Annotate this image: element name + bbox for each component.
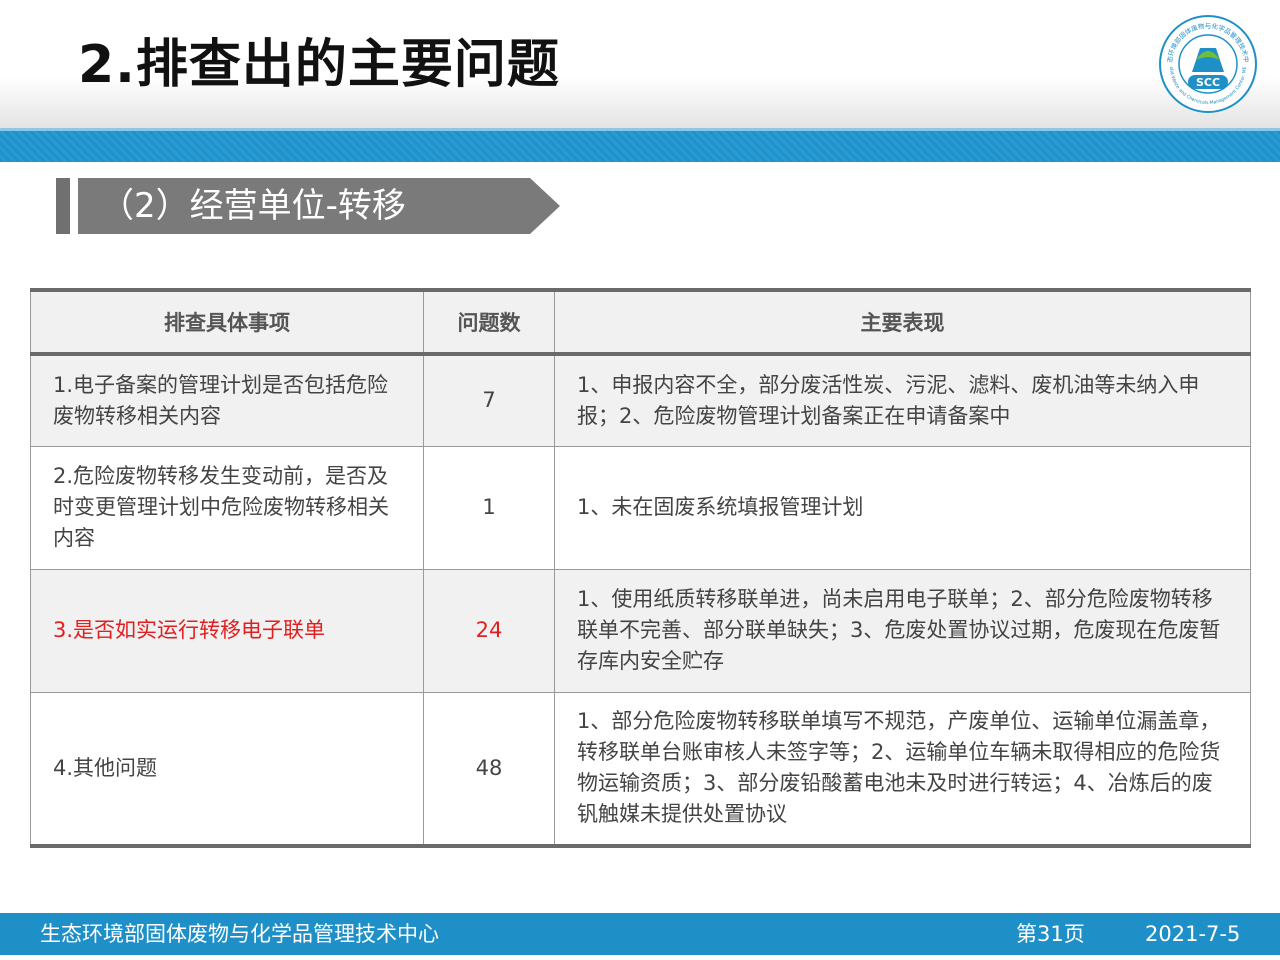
row-detail: 1、申报内容不全，部分废活性炭、污泥、滤料、废机油等未纳入申报；2、危险废物管理… (554, 353, 1251, 447)
table-row: 2.危险废物转移发生变动前，是否及时变更管理计划中危险废物转移相关内容 1 1、… (30, 445, 1251, 570)
table-row: 3.是否如实运行转移电子联单 24 1、使用纸质转移联单进，尚未启用电子联单；2… (30, 568, 1251, 693)
footer-bar: 生态环境部固体废物与化学品管理技术中心 第31页 2021-7-5 (0, 913, 1280, 955)
column-header-count: 问题数 (423, 288, 555, 356)
inspection-table: 排查具体事项 问题数 主要表现 1.电子备案的管理计划是否包括危险废物转移相关内… (30, 288, 1251, 848)
section-marker (56, 178, 70, 234)
logo-abbr: SCC (1196, 76, 1220, 89)
section-tag: （2）经营单位-转移 (78, 178, 560, 234)
table-header-row: 排查具体事项 问题数 主要表现 (30, 288, 1251, 356)
row-item: 3.是否如实运行转移电子联单 (30, 568, 424, 693)
section-label: （2）经营单位-转移 (100, 186, 406, 226)
row-count: 7 (423, 353, 555, 447)
row-count: 48 (423, 691, 555, 848)
row-detail: 1、使用纸质转移联单进，尚未启用电子联单；2、部分危险废物转移联单不完善、部分联… (554, 568, 1251, 693)
header-divider-band (0, 128, 1280, 162)
footer-date: 2021-7-5 (1145, 922, 1241, 946)
scc-logo: 生态环境部固体废物与化学品管理技术中心 Solid Waste and Chem… (1158, 14, 1257, 113)
page-number: 第31页 (1016, 922, 1085, 946)
page-title: 2.排查出的主要问题 (78, 35, 560, 95)
row-item: 2.危险废物转移发生变动前，是否及时变更管理计划中危险废物转移相关内容 (30, 445, 424, 570)
row-item: 1.电子备案的管理计划是否包括危险废物转移相关内容 (30, 353, 424, 447)
table-row: 1.电子备案的管理计划是否包括危险废物转移相关内容 7 1、申报内容不全，部分废… (30, 353, 1251, 447)
column-header-item: 排查具体事项 (30, 288, 424, 356)
column-header-detail: 主要表现 (554, 288, 1251, 356)
row-detail: 1、部分危险废物转移联单填写不规范，产废单位、运输单位漏盖章，转移联单台账审核人… (554, 691, 1251, 848)
row-count: 1 (423, 445, 555, 570)
row-count: 24 (423, 568, 555, 693)
table-row: 4.其他问题 48 1、部分危险废物转移联单填写不规范，产废单位、运输单位漏盖章… (30, 691, 1251, 848)
row-detail: 1、未在固废系统填报管理计划 (554, 445, 1251, 570)
section-heading: （2）经营单位-转移 (56, 178, 566, 234)
row-item: 4.其他问题 (30, 691, 424, 848)
footer-org: 生态环境部固体废物与化学品管理技术中心 (40, 922, 439, 946)
